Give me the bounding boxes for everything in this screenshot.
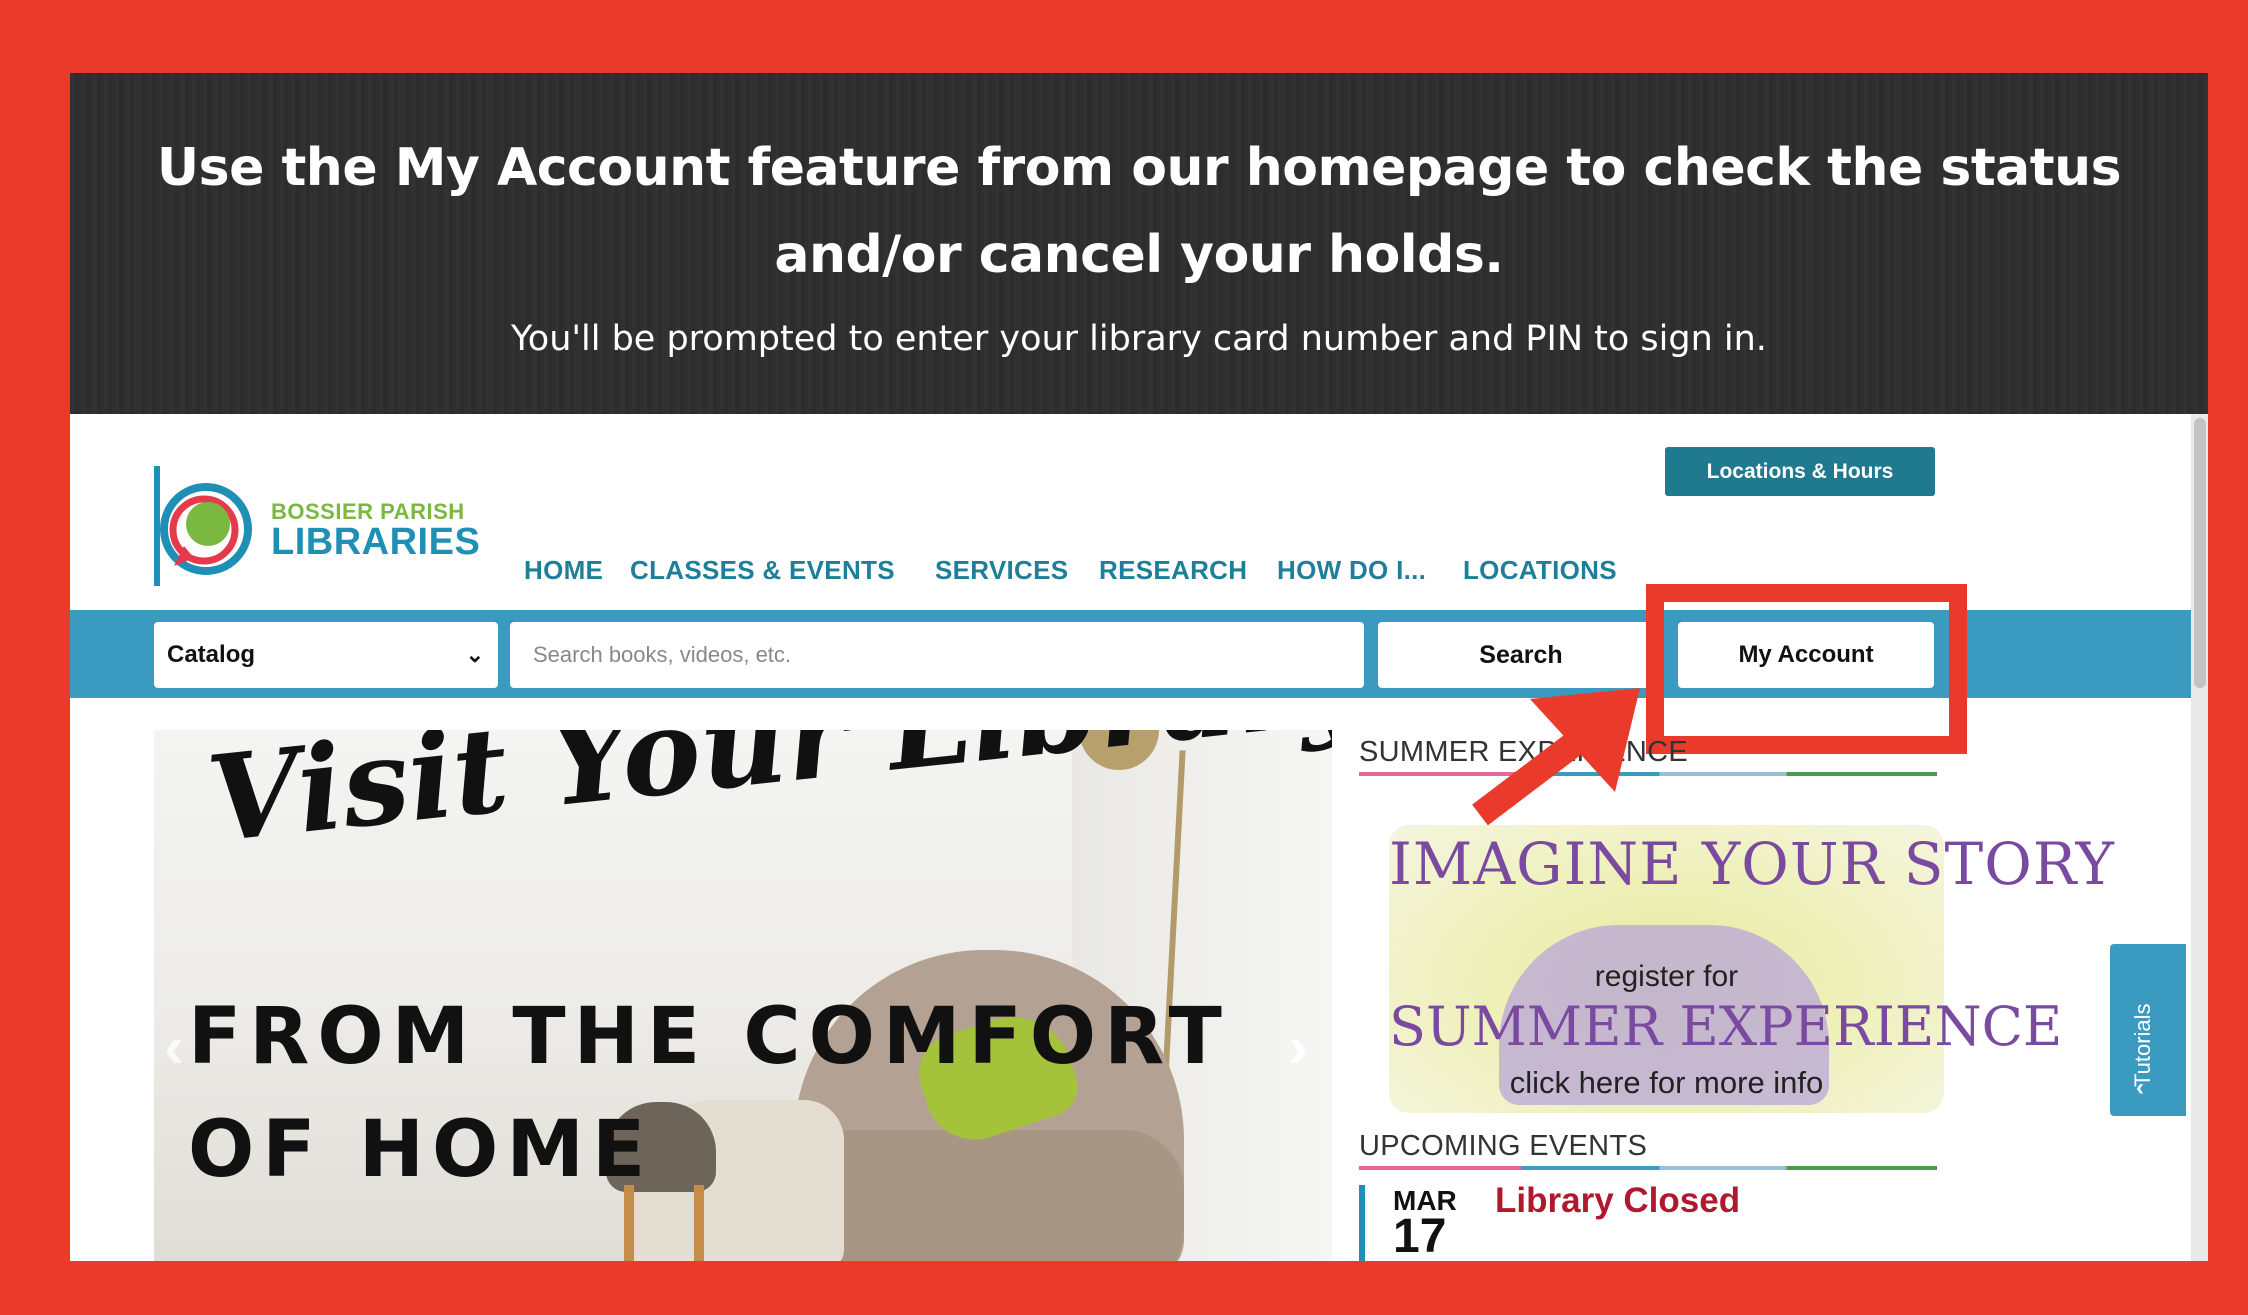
promo-more-info: click here for more info <box>1509 1065 1824 1100</box>
chevron-down-icon: ⌄ <box>465 642 484 667</box>
nav-item-how-do-i[interactable]: HOW DO I... <box>1277 555 1426 586</box>
carousel-next-arrow[interactable]: › <box>1288 1012 1308 1081</box>
hero-line-1: FROM THE COMFORT <box>188 992 1230 1082</box>
screenshot-frame: Use the My Account feature from our home… <box>70 73 2208 1261</box>
search-scope-select[interactable]: Catalog ⌄ <box>154 622 498 688</box>
summer-experience-heading: SUMMER EXPERIENCE <box>1359 736 1688 768</box>
chevron-left-icon: ‹ <box>2136 1074 2144 1101</box>
nav-item-services[interactable]: SERVICES <box>935 555 1068 586</box>
upcoming-events-heading: UPCOMING EVENTS <box>1359 1130 1648 1162</box>
hero-line-2: OF HOME <box>188 1105 654 1195</box>
event-accent-bar <box>1359 1185 1365 1261</box>
nav-item-home[interactable]: HOME <box>524 555 603 586</box>
nav-item-classes-events[interactable]: CLASSES & EVENTS <box>630 555 895 586</box>
instruction-banner: Use the My Account feature from our home… <box>70 73 2208 414</box>
library-website: BOSSIER PARISH LIBRARIES Locations & Hou… <box>70 414 2208 1261</box>
stool-leg <box>694 1185 704 1261</box>
event-day: 17 <box>1393 1210 1447 1261</box>
promo-program-name: SUMMER EXPERIENCE <box>1389 995 2063 1058</box>
search-input[interactable]: Search books, videos, etc. <box>510 622 1364 688</box>
search-scope-value: Catalog <box>167 641 256 668</box>
locations-hours-button[interactable]: Locations & Hours <box>1665 447 1935 496</box>
library-logo-icon <box>154 466 252 586</box>
carousel-prev-arrow[interactable]: ‹ <box>164 1012 184 1081</box>
promo-title: IMAGINE YOUR STORY <box>1389 830 2115 898</box>
logo-text-bottom: LIBRARIES <box>271 521 481 563</box>
stool-leg <box>624 1185 634 1261</box>
nav-item-research[interactable]: RESEARCH <box>1099 555 1247 586</box>
search-button[interactable]: Search <box>1378 622 1664 688</box>
event-title[interactable]: Library Closed <box>1495 1181 1740 1221</box>
tutorials-tab[interactable]: Tutorials ‹ <box>2110 944 2186 1116</box>
banner-subtitle: You'll be prompted to enter your library… <box>511 319 1767 359</box>
heading-underline <box>1359 1166 1937 1170</box>
nav-item-locations[interactable]: LOCATIONS <box>1463 555 1617 586</box>
summer-experience-promo[interactable]: IMAGINE YOUR STORY register for SUMMER E… <box>1389 825 2115 1113</box>
hero-carousel[interactable]: Visit Your Library FROM THE COMFORT OF H… <box>154 730 1332 1261</box>
page-scrollbar[interactable] <box>2191 414 2208 1261</box>
my-account-highlight-box <box>1646 584 1967 754</box>
heading-underline <box>1359 772 1937 776</box>
banner-title: Use the My Account feature from our home… <box>156 138 2122 285</box>
promo-register-text: register for <box>1594 960 1739 993</box>
scrollbar-thumb[interactable] <box>2194 418 2206 688</box>
